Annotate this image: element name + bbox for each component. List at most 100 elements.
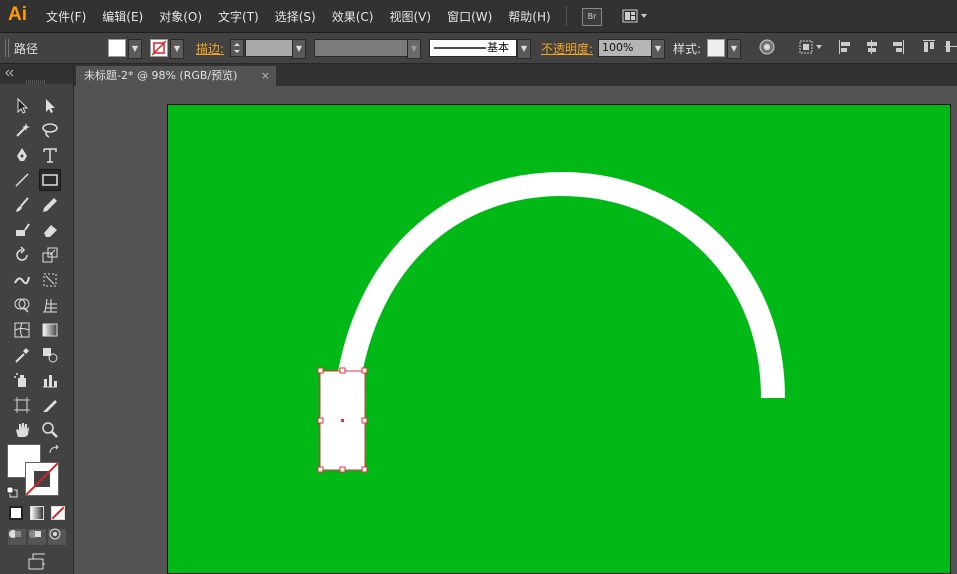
fill-swatch[interactable]: [108, 39, 126, 57]
blob-brush-tool[interactable]: [11, 219, 33, 241]
main-menu: 文件(F) 编辑(E) 对象(O) 文字(T) 选择(S) 效果(C) 视图(V…: [46, 0, 567, 32]
stroke-weight-stepper[interactable]: [230, 39, 244, 57]
brush-definition[interactable]: 基本: [429, 39, 517, 57]
line-segment-tool[interactable]: [11, 169, 33, 191]
swap-fill-stroke-icon[interactable]: [48, 445, 62, 457]
menu-edit[interactable]: 编辑(E): [102, 8, 143, 25]
gradient-tool[interactable]: [39, 319, 61, 341]
align-left-icon[interactable]: [838, 39, 852, 55]
paintbrush-icon: [16, 197, 29, 212]
artboard-tool[interactable]: [11, 394, 33, 416]
gradient-mode-button[interactable]: [30, 506, 44, 520]
opacity-label[interactable]: 不透明度:: [541, 40, 593, 57]
eraser-tool[interactable]: [39, 219, 61, 241]
pen-tool[interactable]: [11, 144, 33, 166]
layout-icon: [622, 9, 647, 23]
no-stroke-icon: [151, 40, 167, 56]
menu-object[interactable]: 对象(O): [159, 8, 202, 25]
align-top-icon[interactable]: [922, 39, 936, 55]
graphic-style-dropdown[interactable]: ▼: [727, 39, 741, 59]
align-middle-icon[interactable]: [944, 39, 957, 55]
close-tab-icon[interactable]: ×: [261, 66, 270, 86]
stroke-label[interactable]: 描边:: [196, 40, 224, 57]
menu-view[interactable]: 视图(V): [389, 8, 431, 25]
document-tab-title: 未标题-2* @ 98% (RGB/预览): [84, 69, 238, 82]
tools-panel: [0, 64, 74, 574]
stroke-weight-input[interactable]: [245, 39, 293, 57]
menu-effect[interactable]: 效果(C): [332, 8, 374, 25]
warp-icon: [14, 276, 30, 285]
opacity-dropdown[interactable]: ▼: [651, 39, 665, 59]
document-tab[interactable]: 未标题-2* @ 98% (RGB/预览) ×: [76, 66, 276, 86]
app-logo: Ai: [8, 4, 27, 25]
fill-dropdown[interactable]: ▼: [128, 39, 142, 59]
control-bar: 路径 ▼ ▼ 描边: ▼ ▼ 基本 ▼ 不透明度: 100% ▼ 样式: ▼: [0, 33, 957, 64]
scale-tool[interactable]: [39, 244, 61, 266]
draw-normal-button[interactable]: [8, 529, 26, 545]
paintbrush-tool[interactable]: [11, 194, 33, 216]
menu-select[interactable]: 选择(S): [275, 8, 316, 25]
menu-file[interactable]: 文件(F): [46, 8, 86, 25]
column-graph-icon: [43, 375, 57, 388]
selection-tool[interactable]: [11, 95, 33, 117]
warp-tool[interactable]: [11, 269, 33, 291]
align-to-icon[interactable]: [798, 39, 824, 55]
workspace-switcher-button[interactable]: [622, 8, 650, 24]
screen-mode-button[interactable]: [24, 552, 48, 572]
brush-dropdown[interactable]: ▼: [517, 39, 531, 59]
profile-dropdown[interactable]: ▼: [407, 39, 421, 59]
symbol-sprayer-tool[interactable]: [11, 369, 33, 391]
grip-icon: [5, 39, 9, 57]
stroke-color-box[interactable]: [25, 462, 59, 496]
slice-tool[interactable]: [39, 394, 61, 416]
scale-icon: [42, 247, 58, 263]
column-graph-tool[interactable]: [39, 369, 61, 391]
draw-inside-button[interactable]: [48, 528, 66, 545]
arc-path[interactable]: [334, 171, 785, 401]
menu-help[interactable]: 帮助(H): [508, 8, 550, 25]
shape-builder-tool[interactable]: [11, 294, 33, 316]
hand-tool[interactable]: [11, 419, 33, 441]
selection-arrow-icon: [17, 97, 29, 114]
variable-width-profile[interactable]: [314, 39, 408, 57]
align-right-icon[interactable]: [891, 39, 905, 55]
opacity-input[interactable]: 100%: [598, 39, 652, 57]
bridge-button[interactable]: Br: [582, 8, 602, 26]
rotate-tool[interactable]: [11, 244, 33, 266]
magic-wand-icon: [16, 123, 30, 137]
draw-behind-button[interactable]: [28, 529, 46, 545]
free-transform-tool[interactable]: [39, 269, 61, 291]
stroke-dropdown[interactable]: ▼: [170, 39, 184, 59]
stroke-weight-dropdown[interactable]: ▼: [292, 39, 306, 59]
mesh-icon: [14, 322, 30, 338]
stroke-line-icon: [434, 47, 486, 49]
eyedropper-tool[interactable]: [11, 344, 33, 366]
graphic-style-swatch[interactable]: [707, 39, 725, 57]
lasso-icon: [42, 123, 58, 138]
recolor-artwork-icon[interactable]: [759, 39, 775, 55]
default-fill-stroke-icon[interactable]: [6, 486, 18, 498]
menu-window[interactable]: 窗口(W): [447, 8, 492, 25]
type-tool[interactable]: [39, 144, 61, 166]
color-mode-button[interactable]: [9, 506, 23, 520]
lasso-tool[interactable]: [39, 119, 61, 141]
menu-type[interactable]: 文字(T): [218, 8, 259, 25]
perspective-grid-icon: [43, 298, 57, 313]
direct-selection-arrow-icon: [46, 99, 55, 113]
collapse-icon[interactable]: [4, 68, 14, 78]
perspective-grid-tool[interactable]: [39, 294, 61, 316]
zoom-tool[interactable]: [39, 419, 61, 441]
brush-name: 基本: [487, 41, 509, 54]
magic-wand-tool[interactable]: [11, 119, 33, 141]
none-mode-button[interactable]: [51, 506, 65, 520]
pencil-tool[interactable]: [39, 194, 61, 216]
stroke-swatch[interactable]: [150, 39, 168, 57]
direct-selection-tool[interactable]: [39, 95, 61, 117]
mesh-tool[interactable]: [11, 319, 33, 341]
align-center-icon[interactable]: [865, 39, 879, 55]
style-label: 样式:: [673, 42, 702, 56]
blend-tool[interactable]: [39, 344, 61, 366]
rectangle-tool[interactable]: [39, 169, 61, 191]
type-icon: [43, 148, 57, 163]
shape-builder-icon: [14, 298, 30, 313]
